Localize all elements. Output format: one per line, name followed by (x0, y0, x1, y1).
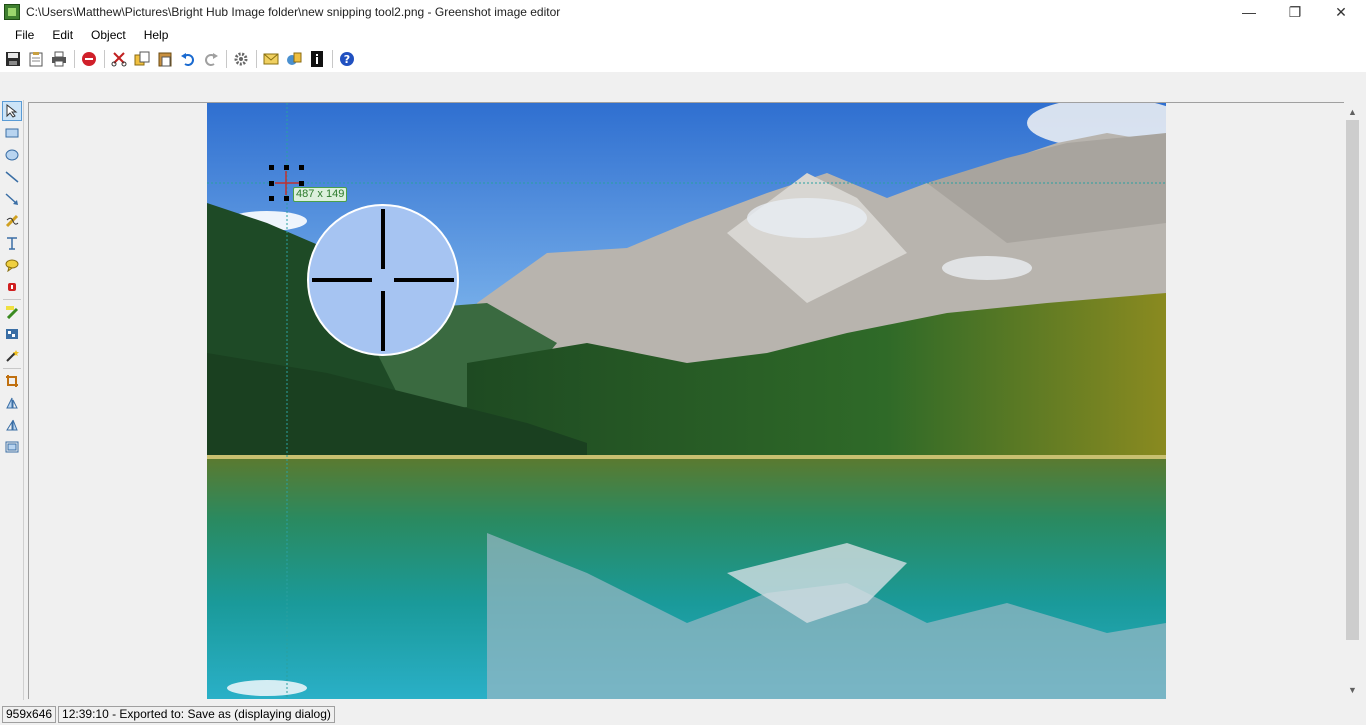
menu-object[interactable]: Object (82, 24, 135, 46)
clipboard-icon (29, 52, 43, 67)
toolbar-separator (332, 50, 333, 68)
tools-separator (3, 299, 21, 300)
freehand-tool-button[interactable] (2, 211, 22, 231)
obfuscate-icon (6, 329, 18, 339)
help-button[interactable]: ? (336, 48, 358, 70)
redo-icon (205, 53, 218, 66)
vertical-scrollbar[interactable]: ▲ ▼ (1344, 102, 1361, 699)
resize-tool-button[interactable] (2, 437, 22, 457)
email-icon (263, 53, 279, 65)
save-button[interactable] (2, 48, 24, 70)
restore-button[interactable]: ❐ (1272, 0, 1318, 24)
save-icon (6, 52, 20, 66)
status-message: 12:39:10 - Exported to: Save as (display… (58, 706, 335, 723)
paste-icon (158, 52, 172, 67)
effects-tool-button[interactable] (2, 346, 22, 366)
rectangle-icon (5, 128, 19, 138)
counter-icon (8, 283, 16, 291)
arrow-tool-button[interactable] (2, 189, 22, 209)
restore-icon: ❐ (1288, 3, 1302, 20)
info-icon (311, 51, 323, 67)
copy-button[interactable] (131, 48, 153, 70)
highlight-tool-button[interactable] (2, 302, 22, 322)
edited-image-mountain-lake[interactable] (207, 103, 1166, 699)
freehand-icon (5, 214, 19, 228)
scroll-up-button[interactable]: ▲ (1344, 104, 1361, 120)
cut-icon (111, 52, 127, 67)
status-bar: 959x646 12:39:10 - Exported to: Save as … (0, 704, 1366, 725)
crop-icon (6, 375, 18, 387)
close-editor-button[interactable] (78, 48, 100, 70)
rotate-ccw-button[interactable] (2, 415, 22, 435)
scroll-down-button[interactable]: ▼ (1344, 682, 1361, 698)
menu-edit[interactable]: Edit (43, 24, 82, 46)
redo-button[interactable] (200, 48, 222, 70)
main-toolbar: ? (0, 46, 1366, 72)
menu-help[interactable]: Help (135, 24, 178, 46)
arrow-icon (5, 193, 18, 205)
print-icon (52, 51, 66, 67)
properties-toolbar-area (0, 72, 1366, 100)
minimize-icon: — (1242, 4, 1256, 20)
text-tool-button[interactable] (2, 233, 22, 253)
text-icon (7, 237, 17, 250)
crop-tool-button[interactable] (2, 371, 22, 391)
line-icon (5, 171, 19, 183)
undo-icon (181, 53, 194, 66)
scroll-thumb[interactable] (1346, 120, 1359, 640)
rotate-cw-button[interactable] (2, 393, 22, 413)
speechbubble-tool-button[interactable] (2, 255, 22, 275)
close-icon: ✕ (1335, 3, 1347, 20)
print-button[interactable] (48, 48, 70, 70)
highlight-icon (6, 306, 19, 319)
rotate-cw-icon (6, 397, 18, 409)
settings-button[interactable] (230, 48, 252, 70)
resize-icon (5, 441, 19, 453)
effects-icon (6, 350, 19, 362)
line-tool-button[interactable] (2, 167, 22, 187)
counter-tool-button[interactable] (2, 277, 22, 297)
upload-button[interactable] (283, 48, 305, 70)
menu-file[interactable]: File (6, 24, 43, 46)
select-tool-button[interactable] (2, 101, 22, 121)
menu-bar: File Edit Object Help (0, 24, 1366, 46)
email-button[interactable] (260, 48, 282, 70)
toolbar-separator (256, 50, 257, 68)
selection-size-label: 487 x 149 (293, 187, 348, 202)
rotate-ccw-icon (6, 419, 18, 431)
magnifier-crosshair-icon (307, 204, 459, 356)
minimize-button[interactable]: — (1226, 0, 1272, 24)
chevron-down-icon: ▼ (1348, 685, 1357, 695)
toolbar-separator (226, 50, 227, 68)
upload-icon (287, 52, 302, 65)
close-red-icon (82, 52, 96, 66)
speechbubble-icon (5, 259, 19, 272)
help-icon: ? (340, 52, 354, 66)
ellipse-icon (5, 149, 19, 161)
obfuscate-tool-button[interactable] (2, 324, 22, 344)
paste-button[interactable] (154, 48, 176, 70)
cut-button[interactable] (108, 48, 130, 70)
chevron-up-icon: ▲ (1348, 107, 1357, 117)
tools-separator (3, 368, 21, 369)
info-button[interactable] (306, 48, 328, 70)
ellipse-tool-button[interactable] (2, 145, 22, 165)
canvas-area[interactable]: 487 x 149 (28, 102, 1344, 699)
greenshot-app-icon (4, 4, 20, 20)
window-title: C:\Users\Matthew\Pictures\Bright Hub Ima… (26, 5, 561, 19)
undo-button[interactable] (177, 48, 199, 70)
toolbar-separator (74, 50, 75, 68)
close-window-button[interactable]: ✕ (1318, 0, 1364, 24)
copy-icon (134, 51, 150, 66)
select-icon (6, 104, 18, 118)
settings-icon (234, 52, 248, 66)
drawing-tools-bar (0, 100, 24, 700)
svg-text:?: ? (344, 53, 350, 66)
clipboard-button[interactable] (25, 48, 47, 70)
rectangle-tool-button[interactable] (2, 123, 22, 143)
title-bar: C:\Users\Matthew\Pictures\Bright Hub Ima… (0, 0, 1366, 24)
image-dimensions: 959x646 (2, 706, 57, 723)
toolbar-separator (104, 50, 105, 68)
